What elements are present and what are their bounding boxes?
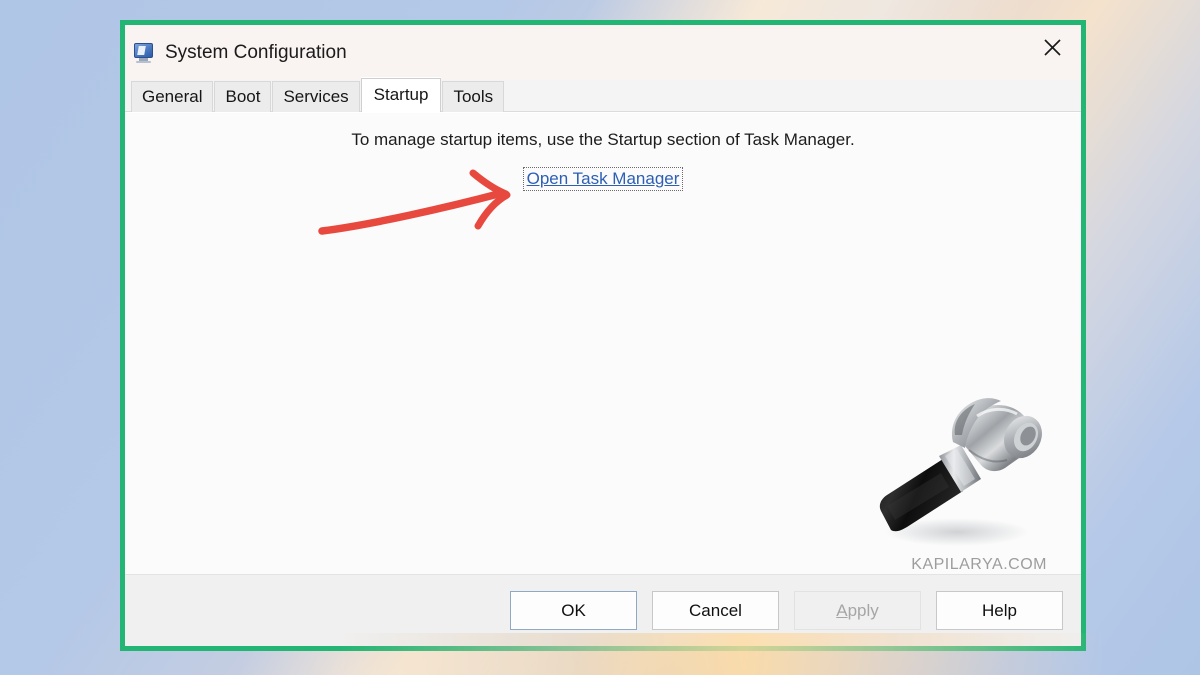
- tab-strip: General Boot Services Startup Tools: [125, 78, 1081, 112]
- watermark-text: KAPILARYA.COM: [911, 556, 1047, 573]
- highlight-frame: System Configuration General Boot Servic…: [120, 20, 1086, 651]
- tab-tools[interactable]: Tools: [442, 81, 505, 112]
- tab-boot[interactable]: Boot: [214, 81, 272, 112]
- title-bar: System Configuration: [125, 25, 1081, 80]
- desktop-background: System Configuration General Boot Servic…: [0, 0, 1200, 675]
- startup-instruction-text: To manage startup items, use the Startup…: [351, 130, 855, 149]
- startup-panel: To manage startup items, use the Startup…: [125, 112, 1081, 574]
- tab-services[interactable]: Services: [272, 81, 360, 112]
- hammer-icon: [865, 380, 1051, 552]
- apply-button: Apply: [794, 591, 921, 630]
- tab-general[interactable]: General: [131, 81, 214, 112]
- close-icon[interactable]: [1023, 25, 1081, 69]
- apply-button-accelerator: A: [836, 600, 848, 620]
- open-task-manager-row: Open Task Manager: [125, 167, 1081, 191]
- cancel-button[interactable]: Cancel: [652, 591, 779, 630]
- system-configuration-dialog: System Configuration General Boot Servic…: [125, 25, 1081, 646]
- open-task-manager-link[interactable]: Open Task Manager: [522, 167, 684, 191]
- window-title: System Configuration: [165, 41, 347, 63]
- help-button[interactable]: Help: [936, 591, 1063, 630]
- dialog-footer: OK Cancel Apply Help: [125, 574, 1081, 646]
- system-configuration-icon: [133, 42, 155, 64]
- ok-button[interactable]: OK: [510, 591, 637, 630]
- tab-startup[interactable]: Startup: [360, 78, 442, 112]
- apply-button-rest: pply: [847, 600, 879, 620]
